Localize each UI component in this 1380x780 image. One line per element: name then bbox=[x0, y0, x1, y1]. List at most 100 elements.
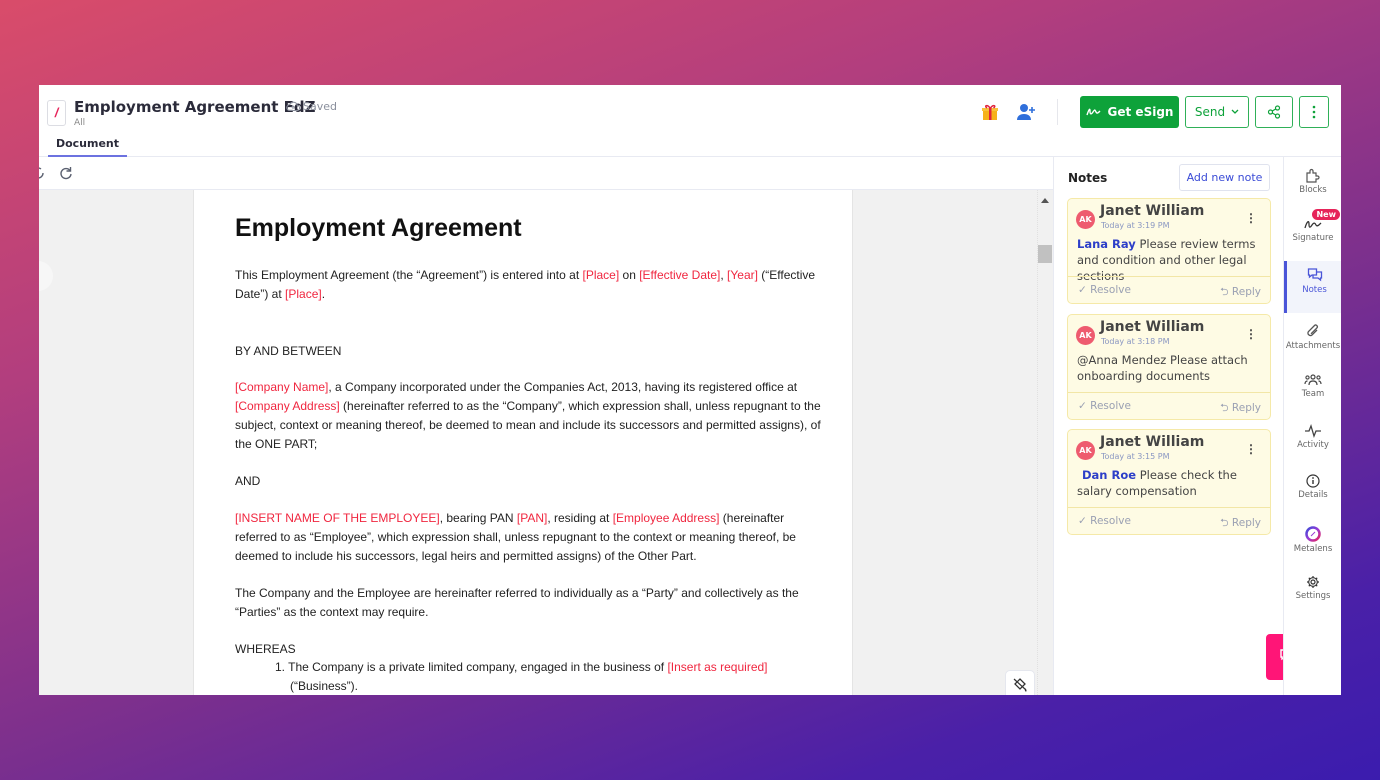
paragraph-employee: [INSERT NAME OF THE EMPLOYEE], bearing P… bbox=[235, 509, 825, 566]
gear-icon bbox=[1307, 576, 1319, 588]
text-run: (“Business”). bbox=[290, 679, 359, 693]
fill-color-button[interactable] bbox=[1005, 670, 1035, 695]
share-icon bbox=[1267, 105, 1281, 119]
scroll-up-arrow[interactable] bbox=[1041, 198, 1049, 203]
activity-icon bbox=[1305, 424, 1321, 438]
resolve-label: Resolve bbox=[1090, 400, 1131, 412]
gift-icon[interactable] bbox=[981, 103, 999, 121]
editor-toolbar bbox=[39, 157, 1053, 190]
more-vertical-icon[interactable]: ⋮ bbox=[1245, 442, 1257, 456]
get-esign-button[interactable]: Get eSign bbox=[1080, 96, 1179, 128]
placeholder-field[interactable]: [INSERT NAME OF THE EMPLOYEE] bbox=[235, 511, 440, 525]
rail-item-activity[interactable]: Activity bbox=[1284, 418, 1341, 466]
reply-button[interactable]: ⮌ Reply bbox=[1220, 515, 1261, 533]
reply-button[interactable]: ⮌ Reply bbox=[1220, 284, 1261, 302]
chevron-down-icon bbox=[1231, 109, 1239, 114]
reply-button[interactable]: ⮌ Reply bbox=[1220, 400, 1261, 418]
paragraph-parties: The Company and the Employee are hereina… bbox=[235, 584, 825, 622]
reply-icon: ⮌ bbox=[1220, 286, 1229, 298]
avatar: AK bbox=[1076, 441, 1095, 460]
rail-item-metalens[interactable]: Metalens bbox=[1284, 520, 1341, 568]
note-body: Dan Roe Please check the salary compensa… bbox=[1077, 467, 1267, 499]
note-body: @Anna Mendez Please attach onboarding do… bbox=[1077, 352, 1267, 384]
placeholder-field[interactable]: [Company Name] bbox=[235, 380, 328, 394]
paragraph-by-and-between: BY AND BETWEEN bbox=[235, 342, 825, 361]
rail-item-settings[interactable]: Settings bbox=[1284, 569, 1341, 617]
note-time: Today at 3:15 PM bbox=[1101, 452, 1170, 461]
puzzle-icon bbox=[1306, 168, 1320, 183]
rail-label: Notes bbox=[1302, 285, 1327, 295]
note-card[interactable]: AK Janet William Today at 3:18 PM ⋮ @Ann… bbox=[1067, 314, 1271, 420]
more-options-button[interactable] bbox=[1299, 96, 1329, 128]
text-run: This Employment Agreement (the “Agreemen… bbox=[235, 268, 583, 282]
text-run: , residing at bbox=[547, 511, 613, 525]
reply-icon: ⮌ bbox=[1220, 517, 1229, 529]
resolve-button[interactable]: ✓ Resolve bbox=[1078, 515, 1131, 527]
get-esign-label: Get eSign bbox=[1107, 105, 1174, 119]
list-item: 1. The Company is a private limited comp… bbox=[235, 658, 825, 695]
send-button[interactable]: Send bbox=[1185, 96, 1249, 128]
resolve-button[interactable]: ✓ Resolve bbox=[1078, 400, 1131, 412]
note-actions: ✓ Resolve ⮌ Reply bbox=[1068, 507, 1270, 535]
add-new-note-button[interactable]: Add new note bbox=[1179, 164, 1270, 191]
placeholder-field[interactable]: [Year] bbox=[727, 268, 758, 282]
share-button[interactable] bbox=[1255, 96, 1293, 128]
text-run: , bearing PAN bbox=[439, 511, 517, 525]
note-card[interactable]: AK Janet William Today at 3:19 PM ⋮ Lana… bbox=[1067, 198, 1271, 304]
document-title[interactable]: Employment Agreement EdZ bbox=[74, 98, 316, 116]
add-user-icon[interactable] bbox=[1015, 102, 1037, 122]
document-heading: Employment Agreement bbox=[235, 214, 522, 242]
note-time: Today at 3:18 PM bbox=[1101, 337, 1170, 346]
paragraph-and: AND bbox=[235, 472, 825, 491]
scrollbar-thumb[interactable] bbox=[1038, 245, 1052, 263]
note-card[interactable]: AK Janet William Today at 3:15 PM ⋮ Dan … bbox=[1067, 429, 1271, 535]
placeholder-field[interactable]: [Employee Address] bbox=[613, 511, 720, 525]
rail-item-blocks[interactable]: Blocks bbox=[1284, 161, 1341, 209]
more-vertical-icon[interactable]: ⋮ bbox=[1245, 327, 1257, 341]
notes-title: Notes bbox=[1068, 171, 1108, 185]
document-page[interactable]: Employment Agreement This Employment Agr… bbox=[193, 190, 853, 695]
doc-slash-icon: / bbox=[47, 100, 66, 126]
document-canvas: Employment Agreement This Employment Agr… bbox=[39, 190, 1053, 695]
resolve-label: Resolve bbox=[1090, 284, 1131, 296]
text-run: BY AND BETWEEN bbox=[235, 344, 342, 358]
left-panel-toggle[interactable] bbox=[39, 261, 53, 291]
rail-item-notes[interactable]: Notes bbox=[1284, 261, 1341, 313]
avatar: AK bbox=[1076, 210, 1095, 229]
resolve-button[interactable]: ✓ Resolve bbox=[1078, 284, 1131, 296]
mention[interactable]: Lana Ray bbox=[1077, 237, 1136, 251]
tab-document[interactable]: Document bbox=[48, 135, 127, 157]
rail-label: Activity bbox=[1297, 440, 1329, 450]
reply-label: Reply bbox=[1231, 402, 1261, 414]
placeholder-field[interactable]: [Insert as required] bbox=[667, 660, 767, 674]
redo-icon[interactable] bbox=[58, 165, 74, 181]
note-actions: ✓ Resolve ⮌ Reply bbox=[1068, 392, 1270, 420]
send-label: Send bbox=[1194, 105, 1226, 119]
paint-bucket-icon bbox=[1013, 678, 1027, 692]
note-author: Janet William bbox=[1100, 203, 1205, 219]
rail-item-signature[interactable]: New Signature bbox=[1284, 209, 1341, 259]
placeholder-field[interactable]: [Place] bbox=[583, 268, 620, 282]
placeholder-field[interactable]: [Place] bbox=[285, 287, 322, 301]
mention[interactable]: Dan Roe bbox=[1077, 468, 1136, 482]
paragraph-intro: This Employment Agreement (the “Agreemen… bbox=[235, 266, 825, 304]
scrollbar[interactable] bbox=[1037, 190, 1053, 695]
more-vertical-icon[interactable]: ⋮ bbox=[1245, 211, 1257, 225]
placeholder-field[interactable]: [Company Address] bbox=[235, 399, 340, 413]
reply-label: Reply bbox=[1231, 286, 1261, 298]
note-author: Janet William bbox=[1100, 434, 1205, 450]
notes-panel: Notes Add new note AK Janet William Toda… bbox=[1053, 157, 1312, 695]
info-icon bbox=[1306, 474, 1320, 488]
paragraph-whereas: WHEREAS bbox=[235, 640, 825, 659]
more-vertical-icon bbox=[1312, 105, 1316, 119]
saved-label: Saved bbox=[303, 100, 337, 113]
header-actions: Get eSign Send bbox=[981, 96, 1329, 128]
document-folder[interactable]: All bbox=[74, 118, 85, 128]
rail-item-team[interactable]: Team bbox=[1284, 367, 1341, 415]
rail-item-details[interactable]: Details bbox=[1284, 468, 1341, 516]
placeholder-field[interactable]: [PAN] bbox=[517, 511, 547, 525]
rail-label: Team bbox=[1301, 389, 1325, 399]
placeholder-field[interactable]: [Effective Date] bbox=[639, 268, 720, 282]
rail-item-attachments[interactable]: Attachments bbox=[1284, 317, 1341, 365]
undo-icon[interactable] bbox=[39, 165, 47, 181]
